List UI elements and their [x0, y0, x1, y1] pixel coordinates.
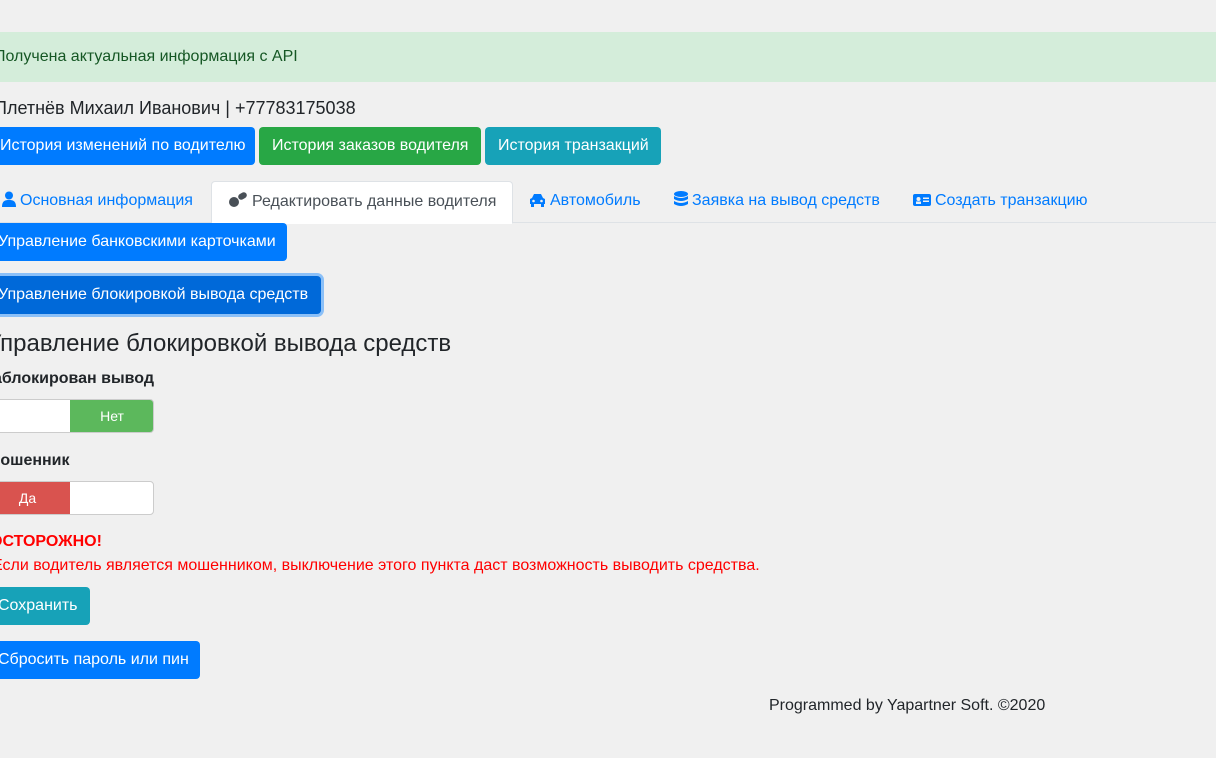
tab-label: Создать транзакцию — [935, 192, 1088, 209]
section-title: Управление блокировкой вывода средств — [0, 330, 452, 357]
alert-text: Получена актуальная информация с API — [0, 48, 298, 65]
pills-icon — [229, 192, 247, 207]
toggle-state: Нет — [70, 400, 153, 432]
save-button[interactable]: Сохранить — [0, 587, 90, 625]
id-card-icon — [913, 194, 931, 206]
withdraw-blocked-toggle[interactable]: Нет — [0, 399, 154, 433]
reset-password-button[interactable]: Сбросить пароль или пин — [0, 641, 200, 679]
database-icon — [674, 191, 688, 206]
user-icon — [2, 191, 16, 207]
tab-label: Автомобиль — [550, 192, 641, 209]
withdraw-blocked-label: Заблокирован вывод — [0, 370, 154, 387]
tab-create-transaction[interactable]: Создать транзакцию — [897, 181, 1104, 223]
driver-changes-history-button[interactable]: История изменений по водителю — [0, 127, 255, 165]
toggle-state: Да — [0, 482, 70, 514]
car-icon — [530, 194, 545, 207]
driver-info: Плетнёв Михаил Иванович | +77783175038 — [0, 98, 356, 118]
driver-tabs: Основная информация Редактировать данные… — [0, 181, 1216, 224]
tab-car[interactable]: Автомобиль — [513, 181, 657, 223]
footer-credits: Programmed by Yapartner Soft. ©2020 — [769, 697, 1046, 714]
driver-orders-history-button[interactable]: История заказов водителя — [259, 127, 481, 165]
transactions-history-button[interactable]: История транзакций — [485, 127, 661, 165]
tab-label: Основная информация — [20, 192, 193, 209]
tab-withdraw-request[interactable]: Заявка на вывод средств — [658, 181, 896, 223]
tab-edit-driver[interactable]: Редактировать данные водителя — [211, 181, 513, 224]
fraud-toggle[interactable]: Да — [0, 481, 154, 515]
tab-label: Заявка на вывод средств — [692, 192, 880, 209]
warning-text: Если водитель является мошенником, выклю… — [0, 557, 760, 574]
bank-cards-management-button[interactable]: Управление банковскими карточками — [0, 223, 287, 261]
tab-label: Редактировать данные водителя — [252, 193, 497, 210]
api-status-alert: Получена актуальная информация с API — [0, 32, 1216, 82]
withdraw-block-management-button[interactable]: Управление блокировкой вывода средств — [0, 276, 321, 314]
tab-main-info[interactable]: Основная информация — [0, 181, 209, 223]
fraud-label: Мошенник — [0, 452, 70, 469]
warning-title: ОСТОРОЖНО! — [0, 533, 102, 550]
